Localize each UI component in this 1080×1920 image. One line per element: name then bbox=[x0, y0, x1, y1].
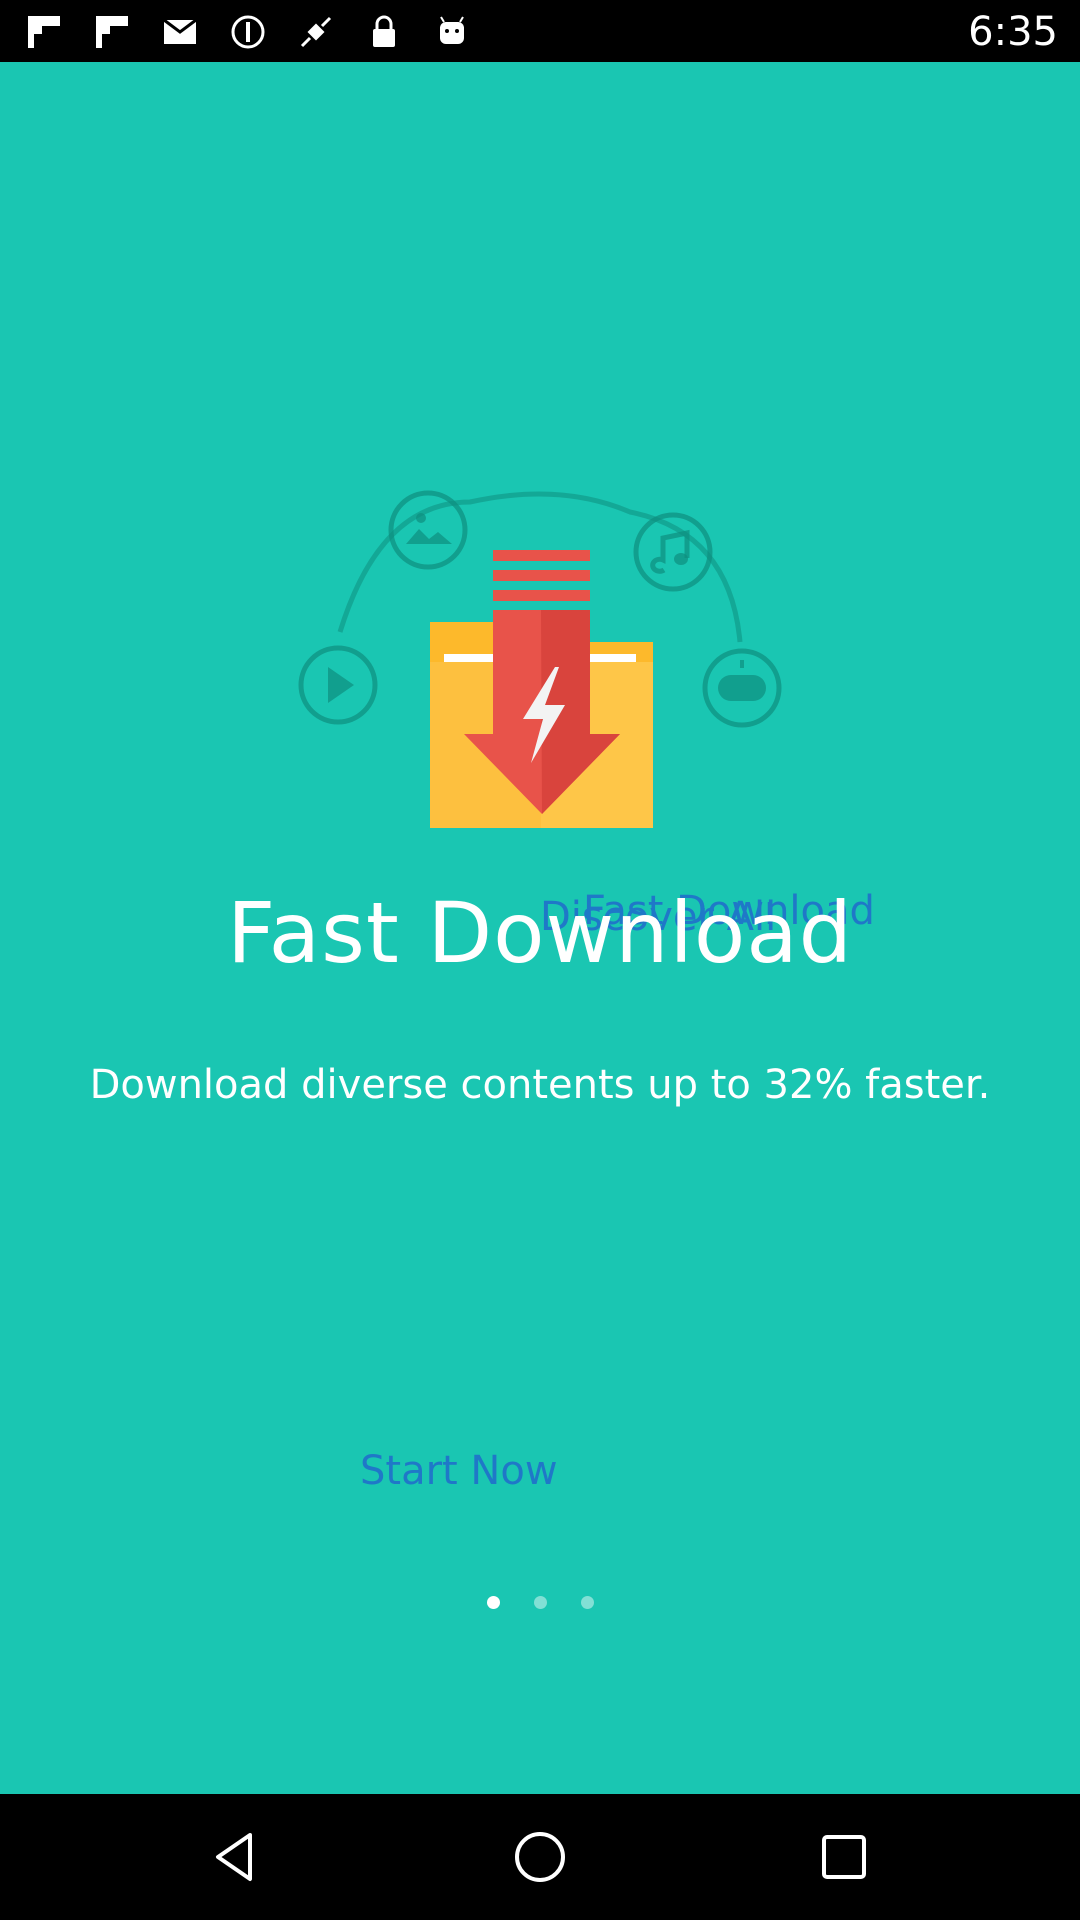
mail-icon bbox=[163, 18, 197, 44]
page-dot-2[interactable] bbox=[533, 1596, 547, 1609]
flipboard-icon bbox=[96, 16, 128, 48]
fake-gps-icon bbox=[300, 16, 332, 48]
page-dot-3[interactable] bbox=[580, 1596, 594, 1609]
circle-info-icon bbox=[231, 15, 265, 49]
flipboard-icon bbox=[28, 16, 60, 48]
page-indicator bbox=[0, 1596, 1080, 1609]
lock-icon bbox=[373, 15, 395, 47]
recent-apps-icon[interactable] bbox=[814, 1827, 874, 1887]
start-now-button[interactable]: Start Now bbox=[360, 1442, 558, 1500]
navigation-bar bbox=[0, 1794, 1080, 1920]
play-icon bbox=[298, 645, 378, 725]
page-dot-1[interactable] bbox=[486, 1596, 500, 1609]
home-icon[interactable] bbox=[510, 1827, 570, 1887]
back-icon[interactable] bbox=[206, 1827, 266, 1887]
fast-download-illustration bbox=[298, 490, 782, 828]
android-icon bbox=[440, 16, 464, 44]
gamepad-icon bbox=[702, 648, 782, 728]
image-icon bbox=[388, 490, 468, 570]
page-subtitle: Download diverse contents up to 32% fast… bbox=[89, 1062, 991, 1108]
status-bar: 6:35 bbox=[0, 0, 1080, 62]
clock: 6:35 bbox=[968, 9, 1058, 55]
page-title: Fast Download bbox=[226, 884, 854, 982]
onboarding-page[interactable]: Fast Download Discover All Fast Download… bbox=[0, 62, 1080, 1794]
notification-icons bbox=[24, 10, 472, 54]
